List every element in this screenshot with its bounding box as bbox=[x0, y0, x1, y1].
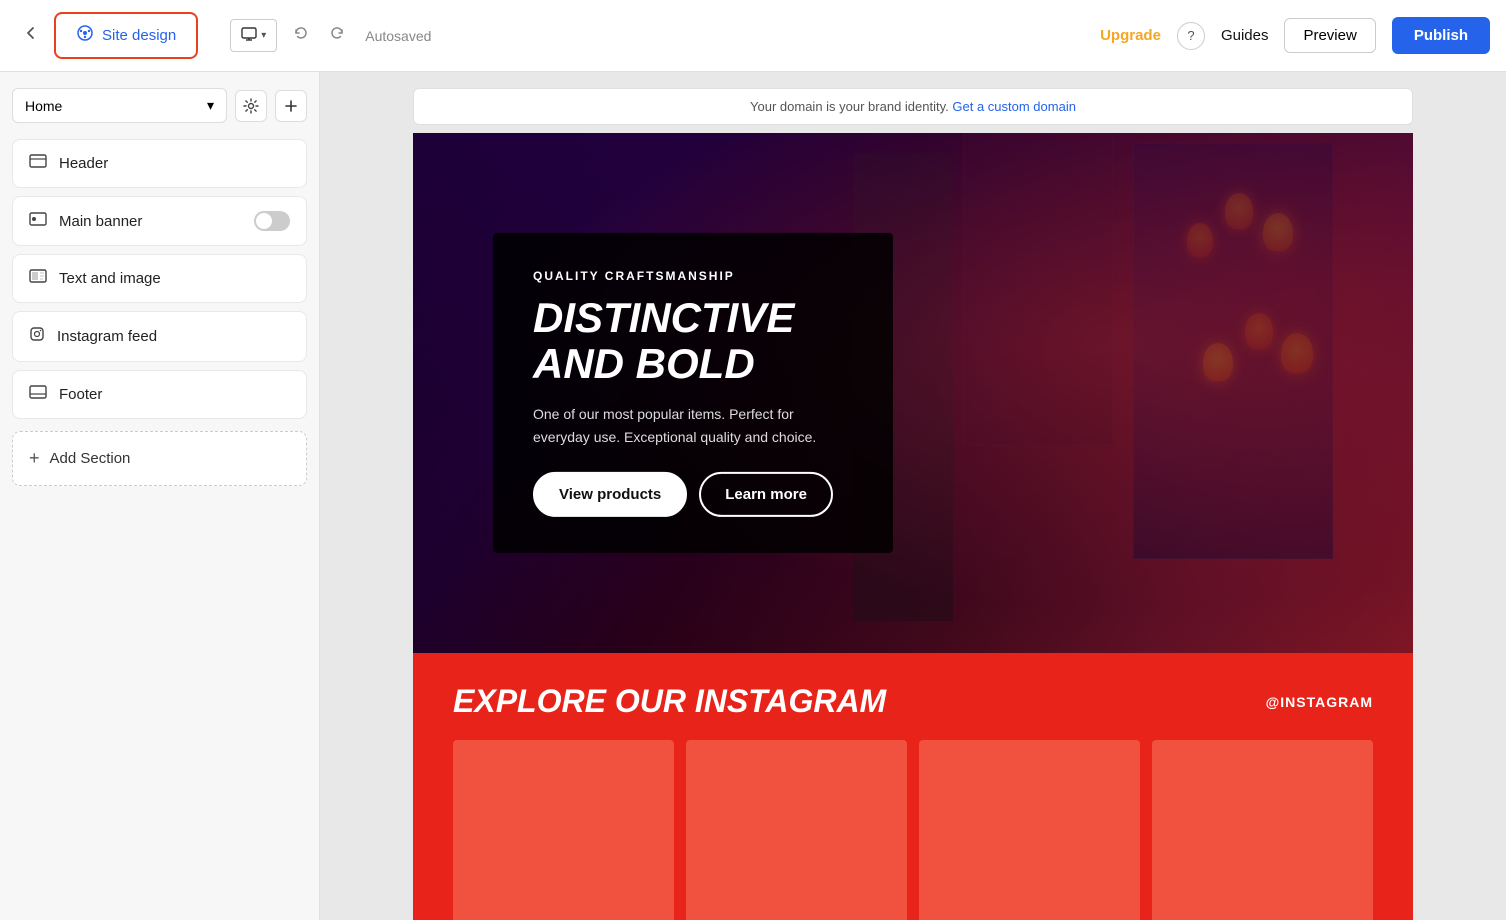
page-dropdown[interactable]: Home ▾ bbox=[12, 88, 227, 123]
publish-button[interactable]: Publish bbox=[1392, 17, 1490, 54]
text-and-image-section-label: Text and image bbox=[59, 270, 290, 287]
hero-subtitle: QUALITY CRAFTSMANSHIP bbox=[533, 269, 853, 283]
instagram-feed-section-label: Instagram feed bbox=[57, 328, 290, 345]
instagram-grid bbox=[453, 740, 1373, 920]
page-settings-button[interactable] bbox=[235, 90, 267, 122]
sidebar: Home ▾ Heade bbox=[0, 72, 320, 920]
custom-domain-link[interactable]: Get a custom domain bbox=[952, 99, 1076, 114]
domain-banner: Your domain is your brand identity. Get … bbox=[413, 88, 1413, 125]
site-design-label: Site design bbox=[102, 27, 176, 44]
hero-title: DISTINCTIVE AND BOLD bbox=[533, 295, 853, 387]
plus-icon: + bbox=[29, 448, 40, 469]
domain-text: Your domain is your brand identity. bbox=[750, 99, 949, 114]
add-section-label: Add Section bbox=[50, 450, 131, 467]
hero-description: One of our most popular items. Perfect f… bbox=[533, 403, 853, 448]
main-area: Home ▾ Heade bbox=[0, 72, 1506, 920]
site-preview: QUALITY CRAFTSMANSHIP DISTINCTIVE AND BO… bbox=[413, 133, 1413, 920]
instagram-header: EXPLORE OUR INSTAGRAM @INSTAGRAM bbox=[453, 683, 1373, 720]
header-section-icon bbox=[29, 154, 47, 173]
redo-button[interactable] bbox=[321, 19, 353, 52]
undo-redo-group bbox=[285, 19, 353, 52]
sidebar-item-text-and-image[interactable]: Text and image bbox=[12, 254, 307, 303]
toggle-knob bbox=[256, 213, 272, 229]
sidebar-item-instagram-feed[interactable]: Instagram feed bbox=[12, 311, 307, 362]
instagram-item-2[interactable] bbox=[686, 740, 907, 920]
page-selector: Home ▾ bbox=[12, 88, 307, 123]
sidebar-item-header[interactable]: Header bbox=[12, 139, 307, 188]
guides-button[interactable]: Guides bbox=[1221, 27, 1269, 44]
dropdown-arrow-icon: ▾ bbox=[261, 30, 266, 41]
dropdown-chevron-icon: ▾ bbox=[207, 97, 214, 114]
instagram-item-1[interactable] bbox=[453, 740, 674, 920]
instagram-item-4[interactable] bbox=[1152, 740, 1373, 920]
toolbar: Site design ▾ bbox=[0, 0, 1506, 72]
banner-section-icon bbox=[29, 212, 47, 231]
hero-section: QUALITY CRAFTSMANSHIP DISTINCTIVE AND BO… bbox=[413, 133, 1413, 653]
instagram-handle: @INSTAGRAM bbox=[1266, 694, 1373, 710]
device-selector[interactable]: ▾ bbox=[230, 19, 277, 52]
page-label: Home bbox=[25, 98, 62, 114]
footer-section-icon bbox=[29, 385, 47, 404]
content-area: Your domain is your brand identity. Get … bbox=[320, 72, 1506, 920]
upgrade-button[interactable]: Upgrade bbox=[1100, 27, 1161, 44]
instagram-item-3[interactable] bbox=[919, 740, 1140, 920]
main-banner-section-label: Main banner bbox=[59, 213, 242, 230]
learn-more-button[interactable]: Learn more bbox=[699, 472, 833, 517]
sidebar-item-footer[interactable]: Footer bbox=[12, 370, 307, 419]
hero-buttons: View products Learn more bbox=[533, 472, 853, 517]
toolbar-center: ▾ Autosaved bbox=[210, 19, 1088, 52]
footer-section-label: Footer bbox=[59, 386, 290, 403]
hero-content-box: QUALITY CRAFTSMANSHIP DISTINCTIVE AND BO… bbox=[493, 233, 893, 553]
toolbar-right: Upgrade ? Guides Preview Publish bbox=[1100, 17, 1490, 54]
undo-button[interactable] bbox=[285, 19, 317, 52]
instagram-section-icon bbox=[29, 326, 45, 347]
main-banner-toggle[interactable] bbox=[254, 211, 290, 231]
add-page-button[interactable] bbox=[275, 90, 307, 122]
instagram-section: EXPLORE OUR INSTAGRAM @INSTAGRAM bbox=[413, 653, 1413, 920]
header-section-label: Header bbox=[59, 155, 290, 172]
help-button[interactable]: ? bbox=[1177, 22, 1205, 50]
monitor-icon bbox=[241, 26, 257, 45]
view-products-button[interactable]: View products bbox=[533, 472, 687, 517]
text-image-section-icon bbox=[29, 269, 47, 288]
toolbar-left: Site design bbox=[16, 12, 198, 59]
back-button[interactable] bbox=[16, 18, 46, 53]
add-section-button[interactable]: + Add Section bbox=[12, 431, 307, 486]
palette-icon bbox=[76, 24, 94, 47]
domain-banner-wrapper: Your domain is your brand identity. Get … bbox=[320, 72, 1506, 133]
instagram-title: EXPLORE OUR INSTAGRAM bbox=[453, 683, 886, 720]
site-design-button[interactable]: Site design bbox=[54, 12, 198, 59]
autosaved-status: Autosaved bbox=[365, 28, 431, 44]
sidebar-item-main-banner[interactable]: Main banner bbox=[12, 196, 307, 246]
preview-button[interactable]: Preview bbox=[1284, 18, 1375, 53]
